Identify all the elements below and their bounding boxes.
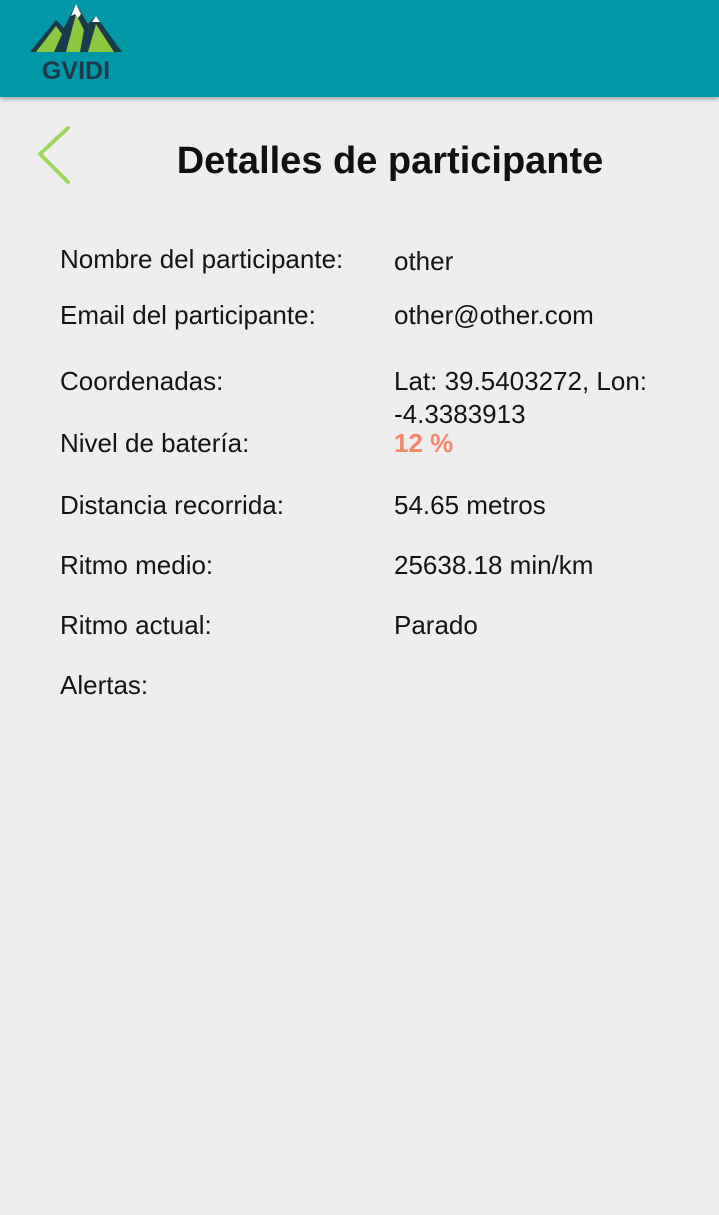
distance-label: Distancia recorrida: — [60, 490, 284, 520]
coordinates-label: Coordenadas: — [60, 366, 224, 396]
logo-text: GVIDI — [42, 57, 110, 85]
coordinates-value-line2: -4.3383913 — [394, 399, 526, 429]
current-pace-label: Ritmo actual: — [60, 610, 212, 640]
page-title: Detalles de participante — [176, 140, 604, 182]
participant-name-value: other — [394, 246, 454, 276]
participant-name-label: Nombre del participante: — [60, 244, 344, 274]
current-pace-value: Parado — [394, 610, 478, 640]
gvidi-logo: GVIDI — [26, 0, 126, 90]
coordinates-value-line1: Lat: 39.5403272, Lon: — [394, 366, 648, 396]
chevron-left-icon — [37, 126, 70, 184]
back-button[interactable] — [30, 120, 80, 190]
participant-email-label: Email del participante: — [60, 300, 316, 330]
battery-value: 12 % — [394, 428, 454, 458]
distance-value: 54.65 metros — [394, 490, 546, 520]
participant-email-value: other@other.com — [394, 300, 594, 330]
battery-label: Nivel de batería: — [60, 428, 250, 458]
average-pace-label: Ritmo medio: — [60, 550, 214, 580]
average-pace-value: 25638.18 min/km — [394, 550, 594, 580]
app-bar: GVIDI — [0, 0, 719, 97]
alerts-label: Alertas: — [60, 670, 149, 700]
